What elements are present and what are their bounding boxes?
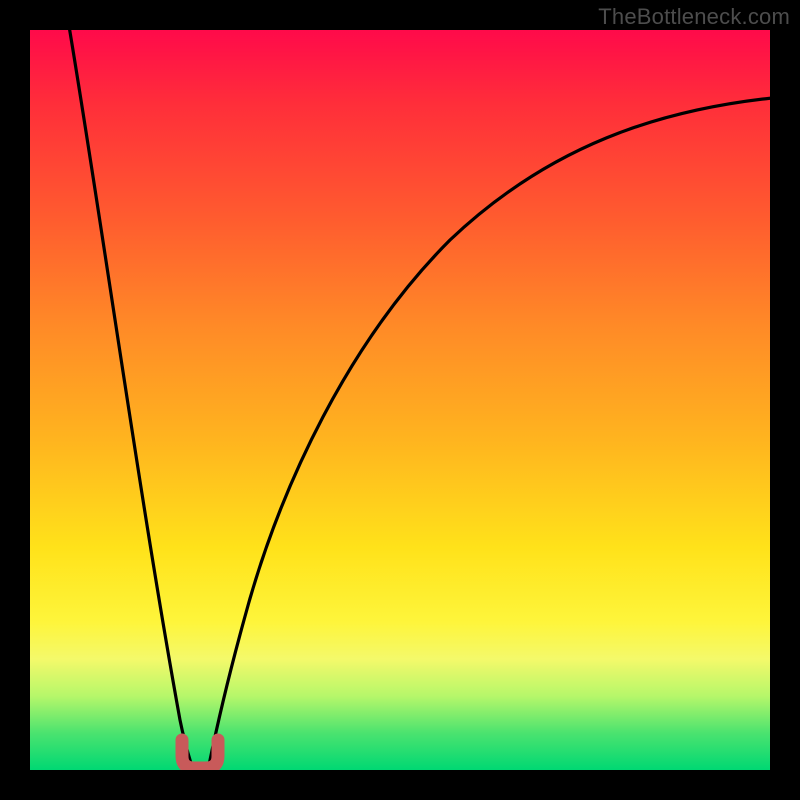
chart-frame: TheBottleneck.com: [0, 0, 800, 800]
right-branch-curve: [208, 98, 770, 770]
left-branch-curve: [68, 30, 193, 770]
curves-svg: [30, 30, 770, 770]
low-point-marker: [182, 740, 218, 768]
watermark-text: TheBottleneck.com: [598, 4, 790, 30]
plot-area: [30, 30, 770, 770]
